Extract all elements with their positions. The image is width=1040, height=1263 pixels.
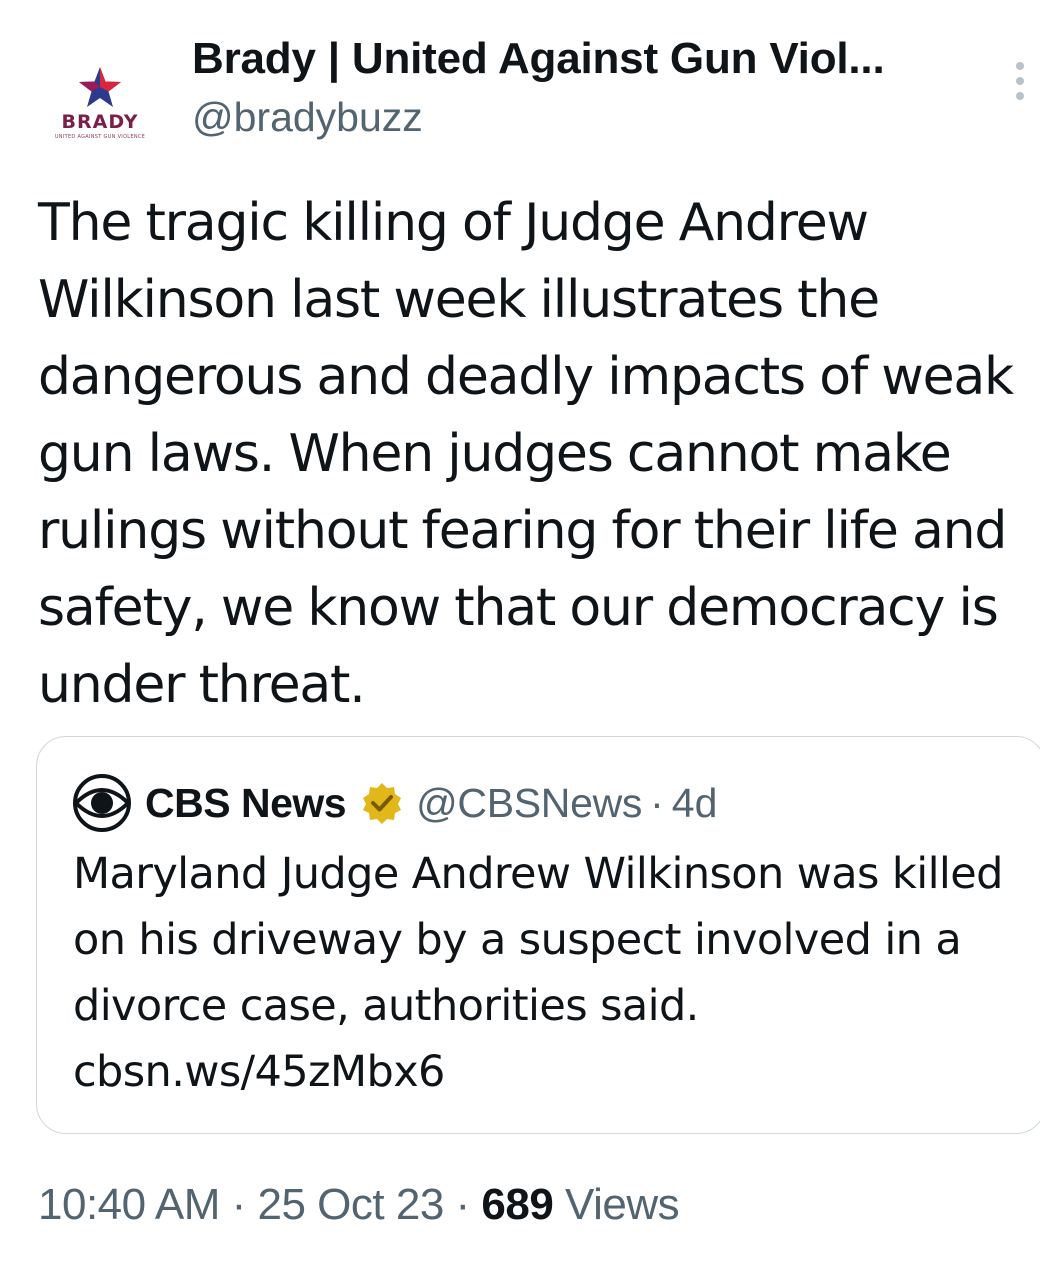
- gold-verified-badge-icon: [363, 783, 402, 824]
- tweet-date[interactable]: 25 Oct 23: [258, 1180, 445, 1229]
- cbs-eye-logo-icon[interactable]: [73, 774, 131, 832]
- brady-wordmark: BRADY: [61, 110, 139, 133]
- brady-tagline: UNITED AGAINST GUN VIOLENCE: [54, 133, 146, 140]
- author-display-name[interactable]: Brady | United Against Gun Viol...: [192, 34, 885, 84]
- author-handle[interactable]: @bradybuzz: [192, 94, 423, 141]
- separator-dot: ·: [650, 779, 664, 826]
- quoted-tweet-header: CBS News @CBSNews · 4d: [73, 773, 717, 833]
- tweet-text: The tragic killing of Judge Andrew Wilki…: [38, 193, 1014, 715]
- separator-dot: ·: [219, 1180, 258, 1229]
- separator-dot: ·: [443, 1180, 482, 1229]
- quoted-tweet-time[interactable]: 4d: [672, 780, 718, 827]
- tweet-time[interactable]: 10:40 AM: [38, 1180, 220, 1229]
- quoted-tweet-text: Maryland Judge Andrew Wilkinson was kill…: [73, 849, 1003, 1097]
- views-count[interactable]: 689: [481, 1180, 553, 1229]
- more-vertical-icon: [1016, 62, 1024, 70]
- more-options-button[interactable]: [1014, 62, 1026, 100]
- brady-star-icon: [79, 66, 121, 107]
- tweet-author-avatar[interactable]: BRADY UNITED AGAINST GUN VIOLENCE: [38, 40, 162, 164]
- quoted-tweet-card[interactable]: CBS News @CBSNews · 4d Maryland Judge An…: [36, 736, 1040, 1134]
- quoted-author-name[interactable]: CBS News: [145, 780, 347, 827]
- tweet-metadata: 10:40 AM · 25 Oct 23 · 689 Views: [38, 1180, 680, 1230]
- quoted-author-handle[interactable]: @CBSNews: [416, 780, 642, 827]
- views-label[interactable]: Views: [553, 1180, 680, 1229]
